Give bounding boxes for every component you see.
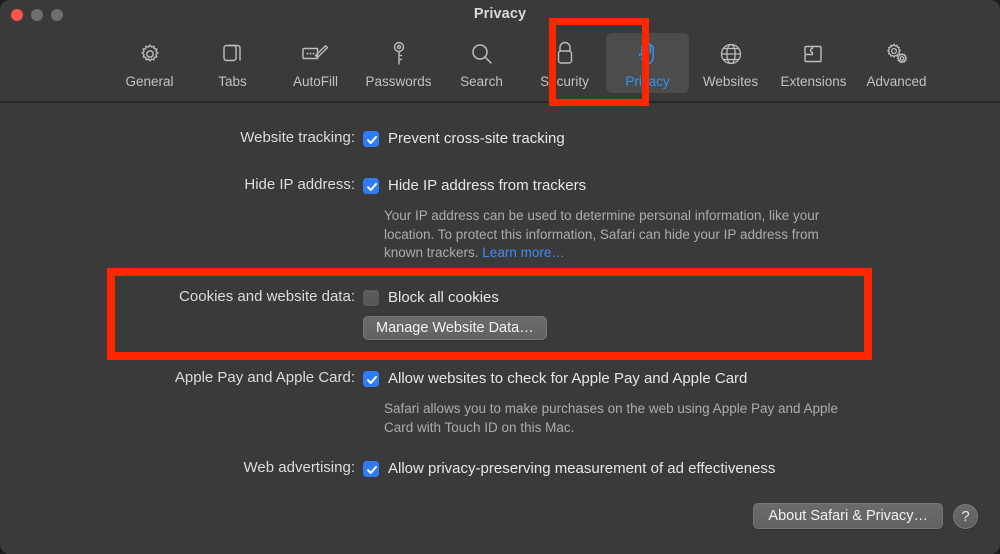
hand-icon: [633, 39, 663, 69]
tab-websites[interactable]: Websites: [689, 33, 772, 93]
tab-label: Search: [460, 74, 503, 89]
tab-label: General: [125, 74, 173, 89]
lock-icon: [550, 39, 580, 69]
puzzle-icon: [799, 39, 829, 69]
prevent-cross-site-tracking-checkbox[interactable]: [363, 131, 379, 147]
hide-ip-from-trackers-label: Hide IP address from trackers: [388, 177, 586, 194]
manage-website-data-button[interactable]: Manage Website Data…: [363, 316, 547, 340]
website-tracking-label: Website tracking:: [240, 129, 355, 146]
help-button[interactable]: ?: [953, 504, 978, 529]
tab-label: Privacy: [625, 74, 669, 89]
hide-ip-label: Hide IP address:: [244, 176, 355, 193]
tab-label: Tabs: [218, 74, 247, 89]
allow-apple-pay-checkbox[interactable]: [363, 371, 379, 387]
tab-label: Passwords: [365, 74, 431, 89]
hide-ip-checkbox-row[interactable]: Hide IP address from trackers: [363, 177, 586, 194]
apple-pay-checkbox-row[interactable]: Allow websites to check for Apple Pay an…: [363, 370, 747, 387]
prevent-cross-site-tracking-label: Prevent cross-site tracking: [388, 130, 565, 147]
tab-label: Advanced: [866, 74, 926, 89]
gears-icon: [882, 39, 912, 69]
preferences-toolbar: General Tabs: [0, 30, 1000, 103]
hide-ip-from-trackers-checkbox[interactable]: [363, 178, 379, 194]
web-advertising-checkbox-row[interactable]: Allow privacy-preserving measurement of …: [363, 460, 775, 477]
apple-pay-label: Apple Pay and Apple Card:: [175, 369, 355, 386]
gear-icon: [135, 39, 165, 69]
cookies-checkbox-row[interactable]: Block all cookies: [363, 289, 499, 306]
key-icon: [384, 39, 414, 69]
preferences-window: Privacy General: [0, 0, 1000, 554]
website-tracking-checkbox-row[interactable]: Prevent cross-site tracking: [363, 130, 565, 147]
titlebar: Privacy: [0, 0, 1000, 30]
tab-label: Security: [540, 74, 589, 89]
globe-icon: [716, 39, 746, 69]
tab-extensions[interactable]: Extensions: [772, 33, 855, 93]
tab-privacy[interactable]: Privacy: [606, 33, 689, 93]
hide-ip-help-text: Your IP address can be used to determine…: [384, 207, 854, 263]
tab-autofill[interactable]: AutoFill: [274, 33, 357, 93]
about-safari-privacy-button[interactable]: About Safari & Privacy…: [753, 503, 943, 529]
allow-ad-measurement-label: Allow privacy-preserving measurement of …: [388, 460, 775, 477]
tab-general[interactable]: General: [108, 33, 191, 93]
search-icon: [467, 39, 497, 69]
tab-label: AutoFill: [293, 74, 338, 89]
tab-security[interactable]: Security: [523, 33, 606, 93]
tab-advanced[interactable]: Advanced: [855, 33, 938, 93]
tab-tabs[interactable]: Tabs: [191, 33, 274, 93]
cookies-label: Cookies and website data:: [179, 288, 355, 305]
apple-pay-help-text: Safari allows you to make purchases on t…: [384, 400, 854, 437]
autofill-icon: [301, 39, 331, 69]
tabs-icon: [218, 39, 248, 69]
hide-ip-help-body: Your IP address can be used to determine…: [384, 208, 819, 260]
web-advertising-label: Web advertising:: [244, 459, 355, 476]
tab-label: Websites: [703, 74, 758, 89]
privacy-settings-pane: Website tracking: Prevent cross-site tra…: [0, 105, 1000, 554]
block-all-cookies-checkbox[interactable]: [363, 290, 379, 306]
footer-actions: About Safari & Privacy… ?: [753, 503, 978, 529]
window-title: Privacy: [0, 6, 1000, 22]
tab-search[interactable]: Search: [440, 33, 523, 93]
allow-apple-pay-label: Allow websites to check for Apple Pay an…: [388, 370, 747, 387]
learn-more-link[interactable]: Learn more…: [482, 245, 565, 260]
tab-passwords[interactable]: Passwords: [357, 33, 440, 93]
tab-label: Extensions: [780, 74, 846, 89]
allow-ad-measurement-checkbox[interactable]: [363, 461, 379, 477]
block-all-cookies-label: Block all cookies: [388, 289, 499, 306]
